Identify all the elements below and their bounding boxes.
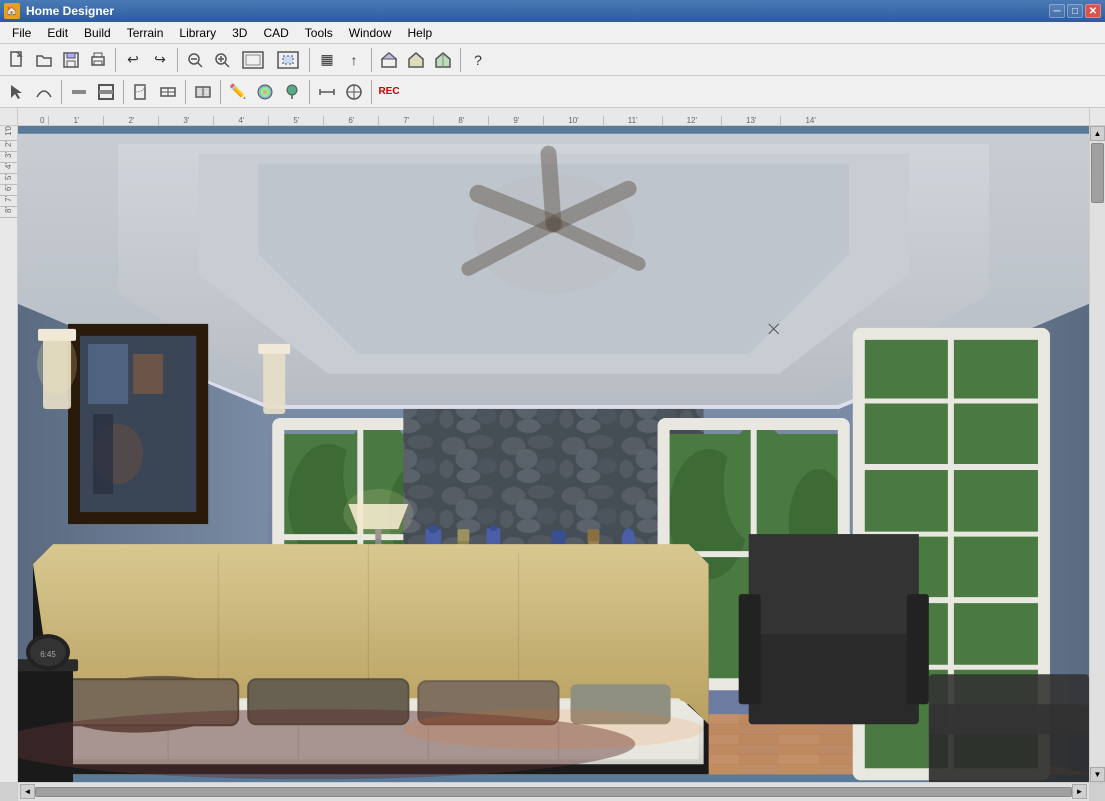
menu-terrain[interactable]: Terrain — [119, 24, 172, 42]
dimension-tool[interactable] — [314, 79, 340, 105]
zoom-fit-button[interactable] — [236, 47, 270, 73]
status-bar: ◄ ► — [0, 782, 1105, 800]
h-scroll-thumb[interactable] — [35, 787, 1072, 797]
zoom-in-button[interactable] — [209, 47, 235, 73]
separator — [185, 80, 186, 104]
menu-cad[interactable]: CAD — [255, 24, 296, 42]
scroll-thumb[interactable] — [1091, 143, 1104, 203]
select-tool[interactable] — [4, 79, 30, 105]
separator — [309, 80, 310, 104]
horizontal-ruler: 0 1' 2' 3' 4' 5' 6' 7' 8' 9' 10' 11' 12'… — [18, 108, 1089, 126]
menu-bar: File Edit Build Terrain Library 3D CAD T… — [0, 22, 1105, 44]
app-title: Home Designer — [26, 4, 114, 18]
zoom-selection-button[interactable] — [271, 47, 305, 73]
fill-button[interactable]: ▦ — [314, 47, 340, 73]
window-controls: ─ □ ✕ — [1049, 4, 1101, 18]
3d-viewport[interactable]: 6:45 — [18, 126, 1089, 782]
window-tool[interactable] — [155, 79, 181, 105]
separator — [220, 80, 221, 104]
zoom-out-button[interactable] — [182, 47, 208, 73]
separator — [123, 80, 124, 104]
house-3d[interactable] — [430, 47, 456, 73]
scrollbar-corner-bottom — [0, 783, 18, 801]
menu-window[interactable]: Window — [341, 24, 400, 42]
door-tool[interactable] — [128, 79, 154, 105]
paint-tool[interactable]: ✏️ — [225, 79, 251, 105]
scroll-right-button[interactable]: ► — [1072, 784, 1087, 799]
record-button[interactable]: REC — [376, 79, 402, 105]
scrollbar-corner-top — [1089, 108, 1105, 126]
plant-tool[interactable] — [279, 79, 305, 105]
title-bar: 🏠 Home Designer ─ □ ✕ — [0, 0, 1105, 22]
new-button[interactable] — [4, 47, 30, 73]
vertical-ruler: 0 1' 2' 3' 4' 5' 6' 7' 8' — [0, 126, 18, 782]
cabinet-tool[interactable] — [190, 79, 216, 105]
menu-help[interactable]: Help — [399, 24, 440, 42]
ruler-corner — [0, 108, 18, 126]
menu-3d[interactable]: 3D — [224, 24, 255, 42]
minimize-button[interactable]: ─ — [1049, 4, 1065, 18]
separator — [115, 48, 116, 72]
open-button[interactable] — [31, 47, 57, 73]
print-button[interactable] — [85, 47, 111, 73]
menu-file[interactable]: File — [4, 24, 39, 42]
wall-tool[interactable] — [66, 79, 92, 105]
scroll-down-button[interactable]: ▼ — [1090, 767, 1105, 782]
menu-library[interactable]: Library — [171, 24, 224, 42]
menu-build[interactable]: Build — [76, 24, 119, 42]
maximize-button[interactable]: □ — [1067, 4, 1083, 18]
toolbar-tools: ✏️ REC — [0, 76, 1105, 108]
house-floor[interactable] — [403, 47, 429, 73]
separator — [177, 48, 178, 72]
separator — [371, 80, 372, 104]
menu-edit[interactable]: Edit — [39, 24, 76, 42]
app-icon: 🏠 — [4, 3, 20, 19]
redo-button[interactable]: ↪ — [147, 47, 173, 73]
scrollbar-corner — [1089, 783, 1105, 801]
separator — [460, 48, 461, 72]
horizontal-scrollbar[interactable]: ◄ ► — [18, 783, 1089, 801]
up-button[interactable]: ↑ — [341, 47, 367, 73]
vertical-scrollbar[interactable]: ▲ ▼ — [1089, 126, 1105, 782]
arc-tool[interactable] — [31, 79, 57, 105]
scroll-left-button[interactable]: ◄ — [20, 784, 35, 799]
interior-wall-tool[interactable] — [93, 79, 119, 105]
separator — [309, 48, 310, 72]
toolbar-main: ↩ ↪ ▦ ↑ ? — [0, 44, 1105, 76]
material-tool[interactable] — [252, 79, 278, 105]
transform-tool[interactable] — [341, 79, 367, 105]
menu-tools[interactable]: Tools — [297, 24, 341, 42]
scroll-up-button[interactable]: ▲ — [1090, 126, 1105, 141]
separator — [61, 80, 62, 104]
save-button[interactable] — [58, 47, 84, 73]
svg-text:6:45: 6:45 — [40, 650, 56, 659]
room-render: 6:45 — [18, 126, 1089, 782]
separator — [371, 48, 372, 72]
close-button[interactable]: ✕ — [1085, 4, 1101, 18]
undo-button[interactable]: ↩ — [120, 47, 146, 73]
house-exterior[interactable] — [376, 47, 402, 73]
help-button[interactable]: ? — [465, 47, 491, 73]
